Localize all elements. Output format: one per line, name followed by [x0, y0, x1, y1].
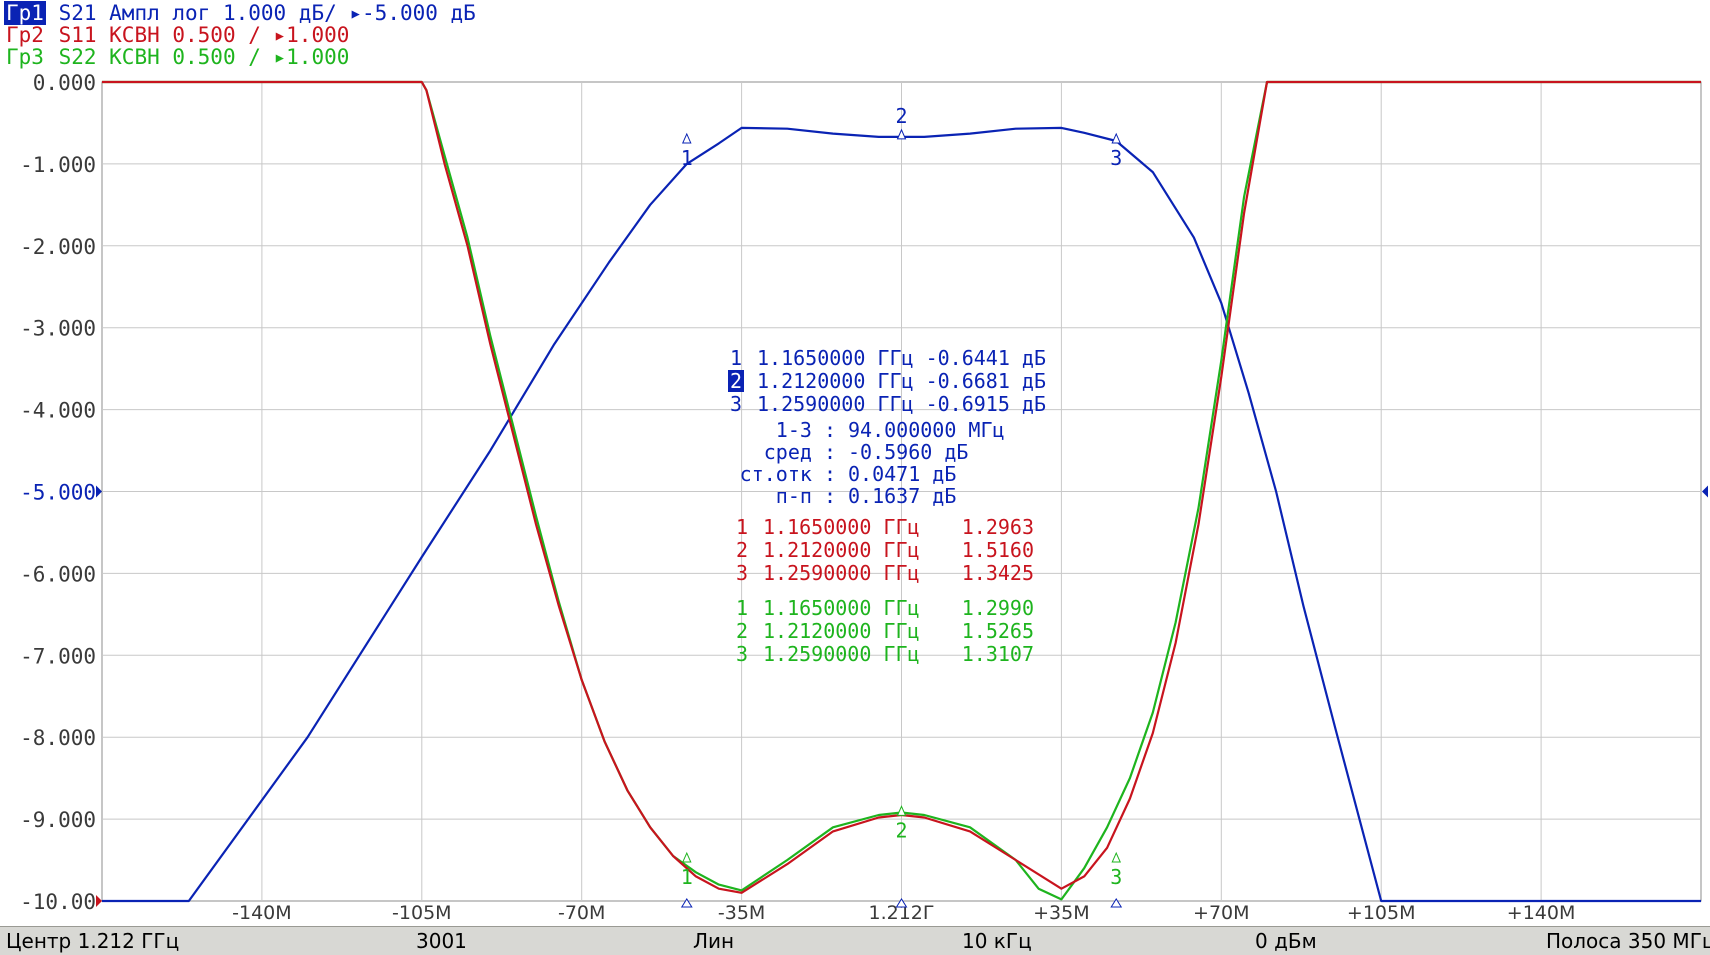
y-tick-label: -6.000 — [20, 562, 96, 586]
marker-table-s11-num: 3 — [736, 561, 748, 585]
marker-table-s22-num: 1 — [736, 596, 748, 620]
marker-table-s11-num: 1 — [736, 515, 748, 539]
marker-table-s11-num: 2 — [736, 538, 748, 562]
y-tick-label: -9.000 — [20, 808, 96, 832]
trace-marker-s21 — [1111, 132, 1121, 144]
ref-marker-right — [1702, 485, 1708, 498]
measurement-plot[interactable]: 0.000 -1.000 -2.000 -3.000 -4.000 -5.000 -6.00… — [0, 0, 1710, 926]
y-tick-label: -3.000 — [20, 317, 96, 341]
status-bar: Центр 1.212 ГГц 3001 Лин 10 кГц 0 дБм По… — [0, 926, 1710, 955]
x-tick-label: -70M — [558, 902, 605, 924]
ref-marker-left — [96, 485, 102, 498]
trace-marker-s21 — [682, 132, 692, 144]
status-points[interactable]: 3001 — [416, 929, 467, 953]
marker-table-s21-entry: 1.2120000 ГГц -0.6681 дБ — [757, 369, 1046, 393]
marker-stat-value: 0.1637 дБ — [848, 484, 956, 508]
marker-stat-name: ст.отк : — [740, 462, 836, 486]
marker-table-s11-value: 1.2963 — [962, 515, 1034, 539]
marker-stat-value: 0.0471 дБ — [848, 462, 956, 486]
y-tick-label: -7.000 — [20, 644, 96, 668]
trace-marker-s22 — [896, 805, 907, 816]
trace-marker-s21 — [896, 128, 907, 140]
marker-table-s21-entry: 1.2590000 ГГц -0.6915 дБ — [757, 392, 1046, 416]
y-tick-label: -5.000 — [20, 481, 96, 505]
marker-table-s21-num: 2 — [730, 369, 742, 393]
marker-stat-value: 94.000000 МГц — [848, 418, 1005, 442]
marker-table-s22-value: 1.2990 — [962, 596, 1034, 620]
marker-stat-name: сред : — [764, 440, 836, 464]
trace-marker-label: 3 — [1110, 865, 1122, 889]
x-tick-label: +70M — [1193, 902, 1250, 924]
y-tick-label: -2.000 — [20, 235, 96, 259]
trace-marker-label: 1 — [681, 865, 693, 889]
trace-marker-label: 3 — [1110, 146, 1122, 170]
marker-table-s11-freq: 1.2590000 ГГц — [763, 561, 920, 585]
marker-table-s22-num: 2 — [736, 619, 748, 643]
marker-table-s11-freq: 1.2120000 ГГц — [763, 538, 920, 562]
status-span[interactable]: Полоса 350 МГц — [1546, 929, 1710, 953]
x-tick-label: +35M — [1033, 902, 1090, 924]
marker-table-s22-freq: 1.1650000 ГГц — [763, 596, 920, 620]
marker-stat-value: -0.5960 дБ — [848, 440, 968, 464]
trace-marker-label: 2 — [895, 818, 907, 842]
vna-screen: Гр1 S21 Ампл лог 1.000 дБ/ ▸-5.000 дБ Гр… — [0, 0, 1710, 955]
marker-table-s11-value: 1.3425 — [962, 561, 1034, 585]
status-ifbw[interactable]: 10 кГц — [962, 929, 1032, 953]
x-tick-label: +140M — [1507, 902, 1576, 924]
x-tick-label: -105M — [392, 902, 452, 924]
marker-table-s11-value: 1.5160 — [962, 538, 1034, 562]
trace-marker-s22 — [682, 851, 692, 863]
marker-table-s22-freq: 1.2120000 ГГц — [763, 619, 920, 643]
y-tick-label: -4.000 — [20, 399, 96, 423]
y-tick-label: -1.000 — [20, 153, 96, 177]
status-sweep-type[interactable]: Лин — [693, 929, 734, 953]
x-tick-label: +105M — [1347, 902, 1416, 924]
stimulus-marker — [680, 898, 693, 908]
y-tick-label: -8.000 — [20, 726, 96, 750]
marker-table-s21-num: 3 — [730, 392, 742, 416]
marker-table-s11-freq: 1.1650000 ГГц — [763, 515, 920, 539]
marker-table-s22-value: 1.3107 — [962, 642, 1034, 666]
trace-marker-s22 — [1111, 851, 1121, 863]
marker-table-s21-entry: 1.1650000 ГГц -0.6441 дБ — [757, 346, 1046, 370]
marker-table-s22-value: 1.5265 — [962, 619, 1034, 643]
x-tick-label: -35M — [718, 902, 765, 924]
y-tick-label: 0.000 — [33, 71, 96, 95]
ref-marker-left-vswr — [96, 895, 102, 907]
marker-table-s22-freq: 1.2590000 ГГц — [763, 642, 920, 666]
marker-stat-name: 1-3 : — [776, 418, 836, 442]
trace-marker-label: 2 — [895, 104, 907, 128]
trace-marker-label: 1 — [681, 146, 693, 170]
stimulus-marker — [1110, 898, 1123, 908]
status-power[interactable]: 0 дБм — [1255, 929, 1317, 953]
status-center[interactable]: Центр 1.212 ГГц — [6, 929, 179, 953]
x-tick-label: -140M — [232, 902, 292, 924]
marker-stat-name: п-п : — [776, 484, 836, 508]
marker-table-s22-num: 3 — [736, 642, 748, 666]
y-tick-label: -10.00 — [20, 890, 96, 914]
marker-table-s21-num: 1 — [730, 346, 742, 370]
